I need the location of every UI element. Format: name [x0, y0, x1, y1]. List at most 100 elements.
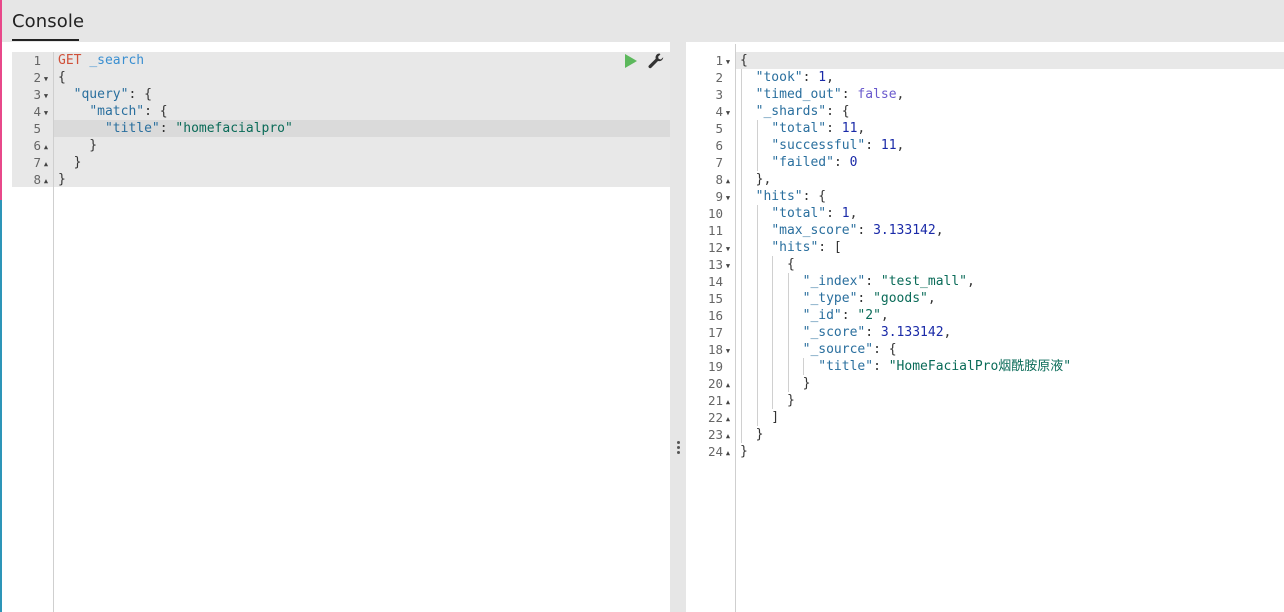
- response-line-number: 11: [686, 222, 733, 239]
- token-punc: :: [826, 121, 842, 136]
- play-icon[interactable]: [622, 53, 638, 69]
- response-line-number: 3: [686, 86, 733, 103]
- vertical-dots-icon[interactable]: [675, 440, 681, 458]
- line-number-text: 8: [715, 172, 723, 187]
- response-code-line[interactable]: "_shards": {: [736, 103, 1284, 120]
- token-punc: [740, 87, 756, 102]
- response-line-number: 16: [686, 307, 733, 324]
- pane-divider[interactable]: [670, 42, 686, 612]
- token-punc: : {: [144, 104, 168, 119]
- token-key: "hits": [755, 189, 803, 204]
- response-code-line[interactable]: },: [736, 171, 1284, 188]
- response-code-line[interactable]: {: [736, 256, 1284, 273]
- request-code-line[interactable]: "match": {: [54, 103, 670, 120]
- response-code-line[interactable]: "took": 1,: [736, 69, 1284, 86]
- request-line-number: 7 ▲: [12, 154, 51, 171]
- line-number-text: 10: [707, 206, 723, 221]
- response-line-number: 18 ▼: [686, 341, 733, 358]
- line-number-text: 14: [707, 274, 723, 289]
- token-punc: [740, 223, 771, 238]
- fold-expand-icon[interactable]: ▲: [723, 445, 733, 462]
- response-line-number: 23 ▲: [686, 426, 733, 443]
- token-punc: {: [740, 53, 748, 68]
- line-number-text: 23: [707, 427, 723, 442]
- console-tab-title[interactable]: Console: [12, 11, 84, 32]
- response-code-line[interactable]: {: [736, 52, 1284, 69]
- request-code-line[interactable]: GET _search: [54, 52, 670, 69]
- request-code-lines[interactable]: GET _search{ "query": { "match": { "titl…: [54, 52, 670, 188]
- response-code-line[interactable]: "_type": "goods",: [736, 290, 1284, 307]
- line-number-text: 1: [715, 53, 723, 68]
- token-punc: :: [857, 223, 874, 238]
- request-code-line[interactable]: }: [54, 154, 670, 171]
- token-punc: :: [841, 87, 858, 102]
- response-code-line[interactable]: }: [736, 443, 1284, 460]
- response-line-number: 5: [686, 120, 733, 137]
- token-key: "failed": [771, 155, 834, 170]
- token-punc: }: [58, 138, 98, 153]
- response-code-line[interactable]: }: [736, 392, 1284, 409]
- line-number-text: 8: [33, 172, 41, 187]
- response-code-line[interactable]: "hits": {: [736, 188, 1284, 205]
- response-code-lines[interactable]: { "took": 1, "timed_out": false, "_shard…: [736, 52, 1284, 460]
- response-code-line[interactable]: "successful": 11,: [736, 137, 1284, 154]
- wrench-icon[interactable]: [647, 52, 665, 70]
- response-line-number: 15: [686, 290, 733, 307]
- request-code-line[interactable]: }: [54, 137, 670, 154]
- line-number-text: 9: [715, 189, 723, 204]
- token-punc: }: [740, 427, 764, 442]
- token-key: "successful": [771, 138, 866, 153]
- response-code-line[interactable]: "title": "HomeFacialPro烟酰胺原液": [736, 358, 1284, 375]
- token-punc: : {: [873, 342, 897, 357]
- token-str: "homefacialpro": [175, 121, 293, 136]
- line-number-text: 18: [707, 342, 723, 357]
- request-line-number: 8 ▲: [12, 171, 51, 188]
- response-code-line[interactable]: "max_score": 3.133142,: [736, 222, 1284, 239]
- request-editor[interactable]: 1 2 ▼ 3 ▼ 4 ▼ 5 6 ▲ 7 ▲ 8 ▲ GET _search{ "query": { "…: [12, 52, 670, 612]
- request-code-line[interactable]: }: [54, 171, 670, 188]
- response-line-number: 24 ▲: [686, 443, 733, 460]
- line-number-text: 3: [33, 87, 41, 102]
- token-punc: [58, 104, 89, 119]
- token-punc: [740, 240, 771, 255]
- line-number-text: 17: [707, 325, 723, 340]
- response-code-line[interactable]: ]: [736, 409, 1284, 426]
- token-num: 1: [818, 70, 827, 85]
- response-viewer[interactable]: 1 ▼ 2 3 4 ▼ 5 6 7 8 ▲ 9 ▼ 10 11 12 ▼ 13 ▼ 14 15 16 17 18 ▼ 19 20 ▲ 2…: [686, 44, 1284, 612]
- token-key: "total": [771, 206, 827, 221]
- response-code-line[interactable]: "failed": 0: [736, 154, 1284, 171]
- response-code-line[interactable]: }: [736, 375, 1284, 392]
- response-line-number: 9 ▼: [686, 188, 733, 205]
- token-key: "query": [73, 87, 129, 102]
- response-code-line[interactable]: "total": 11,: [736, 120, 1284, 137]
- fold-expand-icon[interactable]: ▲: [41, 173, 51, 190]
- token-punc: [740, 155, 771, 170]
- response-code-line[interactable]: "total": 1,: [736, 205, 1284, 222]
- request-code-line[interactable]: {: [54, 69, 670, 86]
- response-code-line[interactable]: "_id": "2",: [736, 307, 1284, 324]
- token-str: "goods": [873, 291, 928, 306]
- line-number-text: 6: [715, 138, 723, 153]
- token-punc: ,: [943, 325, 952, 340]
- token-punc: ]: [740, 410, 780, 425]
- response-code-line[interactable]: }: [736, 426, 1284, 443]
- response-code-line[interactable]: "_index": "test_mall",: [736, 273, 1284, 290]
- request-code-line[interactable]: "query": {: [54, 86, 670, 103]
- response-code-area[interactable]: { "took": 1, "timed_out": false, "_shard…: [736, 44, 1284, 612]
- token-num: 0: [849, 155, 858, 170]
- response-code-line[interactable]: "_score": 3.133142,: [736, 324, 1284, 341]
- response-code-line[interactable]: "hits": [: [736, 239, 1284, 256]
- response-code-line[interactable]: "timed_out": false,: [736, 86, 1284, 103]
- response-line-number: 17: [686, 324, 733, 341]
- token-key: "_id": [802, 308, 842, 323]
- line-number-text: 7: [715, 155, 723, 170]
- request-code-line[interactable]: "title": "homefacialpro": [54, 120, 670, 137]
- request-line-numbers: 1 2 ▼ 3 ▼ 4 ▼ 5 6 ▲ 7 ▲ 8 ▲: [12, 52, 53, 188]
- request-code-area[interactable]: GET _search{ "query": { "match": { "titl…: [54, 52, 670, 612]
- token-punc: [740, 359, 818, 374]
- token-key: "_type": [802, 291, 858, 306]
- token-punc: : {: [802, 189, 827, 204]
- response-code-line[interactable]: "_source": {: [736, 341, 1284, 358]
- token-key: "hits": [771, 240, 819, 255]
- token-punc: [740, 104, 756, 119]
